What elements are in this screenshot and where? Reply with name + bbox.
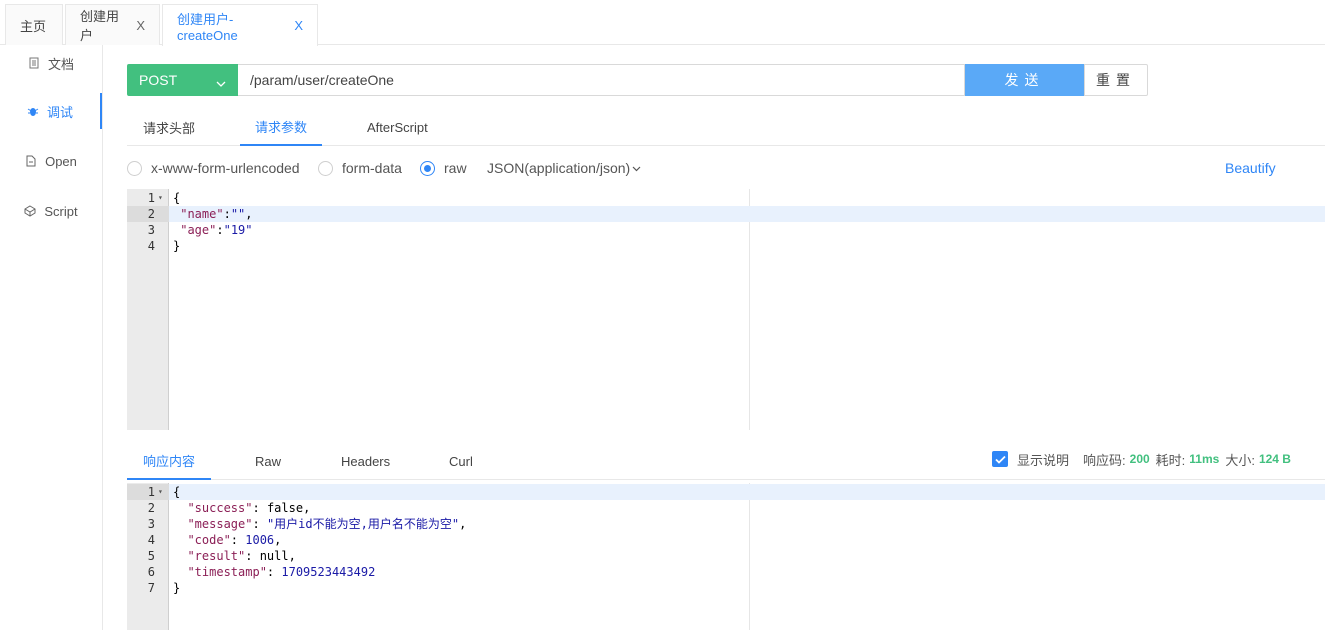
time-label: 耗时: <box>1155 452 1186 468</box>
close-icon[interactable]: X <box>136 18 145 33</box>
tab-create-user[interactable]: 创建用户 X <box>65 4 160 45</box>
code-text: } <box>173 239 181 253</box>
status-label: 响应码: <box>1083 452 1126 468</box>
body-type-selector: x-www-form-urlencoded form-data raw JSON… <box>127 155 1325 181</box>
sidebar-item-open[interactable]: Open <box>0 143 102 179</box>
code-line: 2 "success": false, <box>147 501 311 515</box>
radio-circle-icon <box>318 160 333 176</box>
tab-home[interactable]: 主页 <box>5 4 63 45</box>
radio-form-data[interactable]: form-data <box>318 155 402 181</box>
close-icon[interactable]: X <box>294 18 303 33</box>
tab-afterscript[interactable]: AfterScript <box>367 108 428 146</box>
reset-button[interactable]: 重置 <box>1084 64 1148 96</box>
radio-label: x-www-form-urlencoded <box>151 160 300 176</box>
status-value: 200 <box>1129 452 1150 466</box>
code-text: } <box>173 581 181 595</box>
size-value: 124 B <box>1258 452 1291 466</box>
sidebar-item-doc[interactable]: 文档 <box>0 45 102 81</box>
tab-request-headers[interactable]: 请求头部 <box>143 108 195 146</box>
beautify-link[interactable]: Beautify <box>1225 155 1276 181</box>
sidebar-item-label: Script <box>44 203 78 219</box>
send-button[interactable]: 发送 <box>965 64 1084 96</box>
code-text: "message": "用户id不能为空,用户名不能为空", <box>173 517 467 531</box>
content-type-select[interactable]: JSON(application/json) <box>487 155 641 181</box>
tab-request-params[interactable]: 请求参数 <box>240 108 323 146</box>
code-text: "result": null, <box>173 549 296 563</box>
sidebar-item-label: 调试 <box>46 104 73 120</box>
code-line: 4 } <box>147 239 181 253</box>
request-body-editor[interactable]: 1 ▾ { 2 "name":"", 3 "age":"19" 4 } <box>127 189 1325 430</box>
code-line: 7 } <box>147 581 181 595</box>
radio-label: raw <box>444 160 467 176</box>
fold-arrow-icon[interactable]: ▾ <box>158 190 163 206</box>
code-text: "name":"", <box>173 207 253 221</box>
file-icon <box>25 155 37 167</box>
tab-label: 主页 <box>20 18 47 34</box>
code-line: 1 ▾ { <box>147 190 181 206</box>
radio-urlencoded[interactable]: x-www-form-urlencoded <box>127 155 300 181</box>
request-tabs: 请求头部 请求参数 AfterScript <box>127 108 1325 146</box>
sidebar: 文档 调试 Open Script <box>0 45 103 630</box>
code-text: "code": 1006, <box>173 533 282 547</box>
radio-label: form-data <box>342 160 402 176</box>
code-text: { <box>173 191 181 205</box>
tab-headers[interactable]: Headers <box>341 442 390 480</box>
tab-create-user-createone[interactable]: 创建用户-createOne X <box>162 4 318 46</box>
tab-raw[interactable]: Raw <box>255 442 281 480</box>
fold-arrow-icon[interactable]: ▾ <box>158 484 163 500</box>
radio-circle-icon <box>127 160 142 176</box>
size-label: 大小: <box>1225 452 1255 468</box>
url-value: /param/user/createOne <box>250 72 394 88</box>
time-value: 11ms <box>1189 452 1220 466</box>
code-line: 5 "result": null, <box>147 549 296 563</box>
tab-response-content[interactable]: 响应内容 <box>127 442 212 480</box>
code-text: { <box>173 485 181 499</box>
code-line: 4 "code": 1006, <box>147 533 282 547</box>
chevron-down-icon <box>216 75 226 91</box>
code-line: 3 "age":"19" <box>147 223 253 237</box>
tab-label: 创建用户 <box>80 9 120 43</box>
url-input[interactable]: /param/user/createOne <box>238 64 965 96</box>
code-line: 6 "timestamp": 1709523443492 <box>147 565 376 579</box>
show-description-checkbox[interactable] <box>992 451 1008 467</box>
code-text: "timestamp": 1709523443492 <box>173 565 376 579</box>
code-line: 1 ▾ { <box>127 484 1325 500</box>
code-icon <box>24 205 36 217</box>
code-text: "age":"19" <box>173 223 253 237</box>
tab-label: 创建用户-createOne <box>177 11 238 43</box>
document-icon <box>28 57 40 69</box>
content-type-value: JSON(application/json) <box>487 160 631 176</box>
code-text: "success": false, <box>173 501 311 515</box>
show-description-label: 显示说明 <box>1017 452 1070 468</box>
sidebar-item-script[interactable]: Script <box>0 193 102 229</box>
method-select[interactable]: POST <box>127 64 238 96</box>
bug-icon <box>27 105 39 117</box>
response-body-viewer[interactable]: 1 ▾ { 2 "success": false, 3 "message": "用… <box>127 483 1325 630</box>
response-meta: 显示说明 响应码: 200 耗时: 11ms 大小: 124 B <box>992 448 1297 470</box>
tab-bar: 主页 创建用户 X 创建用户-createOne X <box>0 0 1325 46</box>
sidebar-item-debug[interactable]: 调试 <box>0 93 102 129</box>
radio-circle-icon <box>420 160 435 176</box>
radio-raw[interactable]: raw <box>420 155 467 181</box>
code-line: 3 "message": "用户id不能为空,用户名不能为空", <box>147 517 467 531</box>
tab-curl[interactable]: Curl <box>449 442 473 480</box>
code-line: 2 "name":"", <box>127 206 1325 222</box>
chevron-down-icon <box>632 165 641 172</box>
sidebar-item-label: Open <box>45 153 77 169</box>
sidebar-item-label: 文档 <box>47 56 74 72</box>
method-value: POST <box>139 72 178 88</box>
